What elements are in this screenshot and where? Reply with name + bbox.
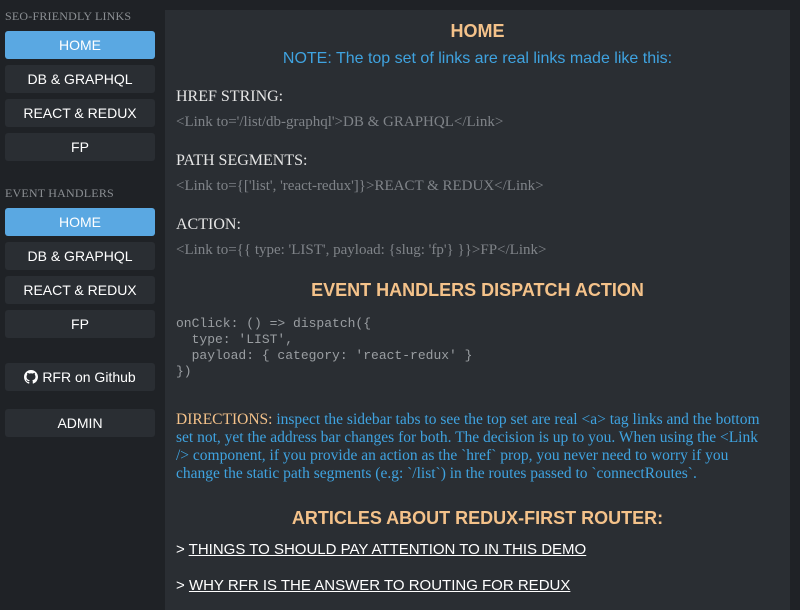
article-item: > THINGS TO SHOULD PAY ATTENTION TO IN T… [176, 541, 586, 558]
path-segments-code: <Link to={['list', 'react-redux']}>REACT… [176, 178, 544, 194]
admin-button[interactable]: ADMIN [5, 409, 155, 437]
action-label: ACTION: [176, 216, 241, 233]
seo-link-fp[interactable]: FP [5, 133, 155, 161]
seo-link-home[interactable]: HOME [5, 31, 155, 59]
event-link-db-graphql[interactable]: DB & GRAPHQL [5, 242, 155, 270]
event-link-react-redux[interactable]: REACT & REDUX [5, 276, 155, 304]
action-code: <Link to={{ type: 'LIST', payload: {slug… [176, 242, 547, 258]
article-prefix: > [176, 541, 189, 558]
seo-link-react-redux[interactable]: REACT & REDUX [5, 99, 155, 127]
github-button[interactable]: RFR on Github [5, 363, 155, 391]
article-link[interactable]: WHY RFR IS THE ANSWER TO ROUTING FOR RED… [189, 577, 570, 594]
main-content: HOME NOTE: The top set of links are real… [165, 10, 790, 610]
articles-title: ARTICLES ABOUT REDUX-FIRST ROUTER: [291, 508, 664, 528]
href-string-code: <Link to='/list/db-graphql'>DB & GRAPHQL… [176, 114, 504, 130]
event-handlers-title: EVENT HANDLERS DISPATCH ACTION [311, 280, 644, 300]
article-link[interactable]: THINGS TO SHOULD PAY ATTENTION TO IN THI… [189, 541, 587, 558]
article-item: > WHY RFR IS THE ANSWER TO ROUTING FOR R… [176, 577, 570, 594]
github-button-label: RFR on Github [42, 369, 136, 385]
github-icon [24, 365, 39, 393]
event-handlers-label: EVENT HANDLERS [5, 186, 114, 200]
note-text: NOTE: The top set of links are real link… [282, 50, 673, 67]
event-handler-code: onClick: () => dispatch({ type: 'LIST', … [176, 316, 473, 379]
seo-link-db-graphql[interactable]: DB & GRAPHQL [5, 65, 155, 93]
article-prefix: > [176, 577, 189, 594]
href-string-label: HREF STRING: [176, 88, 284, 105]
event-link-home[interactable]: HOME [5, 208, 155, 236]
sidebar: SEO-FRIENDLY LINKS HOME DB & GRAPHQL REA… [0, 0, 160, 600]
directions-paragraph: DIRECTIONS: inspect the sidebar tabs to … [176, 411, 774, 483]
directions-label: DIRECTIONS: [176, 411, 273, 428]
event-link-fp[interactable]: FP [5, 310, 155, 338]
seo-links-label: SEO-FRIENDLY LINKS [5, 9, 132, 23]
page-title: HOME [450, 21, 505, 41]
path-segments-label: PATH SEGMENTS: [176, 152, 308, 169]
